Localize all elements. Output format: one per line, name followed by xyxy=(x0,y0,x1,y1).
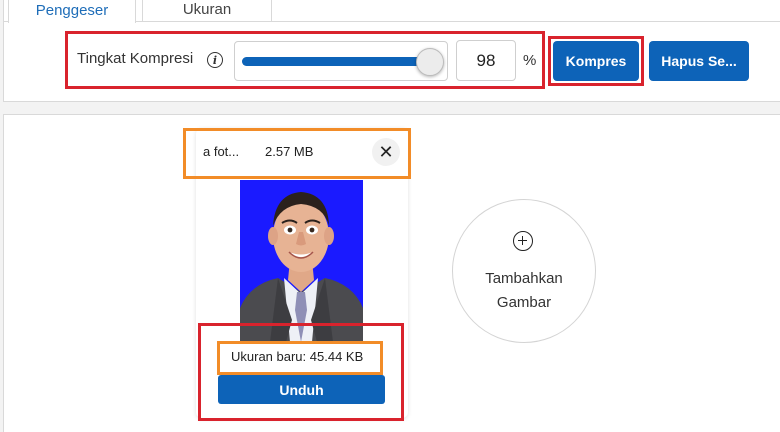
compression-slider[interactable] xyxy=(234,41,448,81)
compression-value-input[interactable]: 98 xyxy=(456,40,516,81)
compression-level-label: Tingkat Kompresi xyxy=(77,50,194,67)
info-icon[interactable]: i xyxy=(207,52,223,68)
tab-ukuran[interactable]: Ukuran xyxy=(142,0,272,22)
download-button[interactable]: Unduh xyxy=(218,375,385,404)
new-file-size: Ukuran baru: 45.44 KB xyxy=(231,349,364,364)
slider-thumb[interactable] xyxy=(416,48,445,76)
slider-track[interactable] xyxy=(242,57,438,66)
image-preview xyxy=(240,180,363,342)
remove-image-button[interactable]: ✕ xyxy=(372,138,400,166)
add-image-label-line2: Gambar xyxy=(496,294,552,311)
plus-circle-icon xyxy=(513,231,533,251)
close-icon: ✕ xyxy=(378,141,394,162)
compress-button[interactable]: Kompres xyxy=(553,41,639,81)
add-image-label-line1: Tambahkan xyxy=(485,270,563,287)
add-image-label: Tambahkan Gambar xyxy=(452,267,596,315)
tab-penggeser[interactable]: Penggeser xyxy=(8,0,136,23)
clear-all-button[interactable]: Hapus Se... xyxy=(649,41,749,81)
percent-unit-label: % xyxy=(523,52,537,69)
file-size: 2.57 MB xyxy=(265,144,314,159)
slider-fill xyxy=(242,57,435,66)
file-name: a fot... xyxy=(203,144,240,159)
